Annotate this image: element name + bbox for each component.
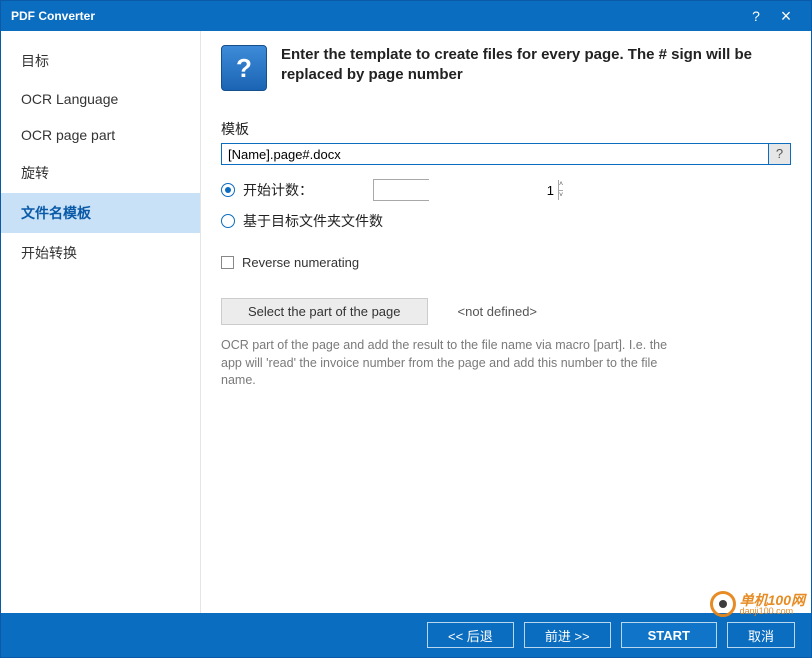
radio-start-count[interactable] <box>221 183 235 197</box>
reverse-checkbox[interactable] <box>221 256 234 269</box>
template-help-button[interactable]: ? <box>769 143 791 165</box>
select-part-status: <not defined> <box>458 304 538 319</box>
start-button[interactable]: START <box>621 622 717 648</box>
sidebar-item-ocr-language[interactable]: OCR Language <box>1 81 200 117</box>
spinner-up-icon[interactable]: ˄ <box>558 180 563 191</box>
titlebar: PDF Converter ? × <box>1 1 811 31</box>
select-part-button[interactable]: Select the part of the page <box>221 298 428 325</box>
spinner-down-icon[interactable]: ˅ <box>558 191 563 201</box>
page-icon: ? <box>221 45 267 91</box>
content-pane: ? Enter the template to create files for… <box>201 31 811 613</box>
help-icon[interactable]: ? <box>741 8 771 24</box>
radio-folder-based[interactable] <box>221 214 235 228</box>
window-title: PDF Converter <box>11 9 741 23</box>
sidebar-item-rotation[interactable]: 旋转 <box>1 153 200 193</box>
page-heading: Enter the template to create files for e… <box>281 45 791 86</box>
sidebar: 目标 OCR Language OCR page part 旋转 文件名模板 开… <box>1 31 201 613</box>
close-icon[interactable]: × <box>771 9 801 23</box>
next-button[interactable]: 前进 >> <box>524 622 611 648</box>
back-button[interactable]: << 后退 <box>427 622 514 648</box>
start-count-input[interactable] <box>374 180 558 200</box>
reverse-label: Reverse numerating <box>242 255 359 270</box>
sidebar-item-filename-template[interactable]: 文件名模板 <box>1 193 200 233</box>
sidebar-item-target[interactable]: 目标 <box>1 41 200 81</box>
footer: << 后退 前进 >> START 取消 <box>1 613 811 657</box>
sidebar-item-ocr-page-part[interactable]: OCR page part <box>1 117 200 153</box>
hint-text: OCR part of the page and add the result … <box>221 337 681 390</box>
cancel-button[interactable]: 取消 <box>727 622 795 648</box>
radio-folder-based-label: 基于目标文件夹文件数 <box>243 211 383 231</box>
sidebar-item-start-conversion[interactable]: 开始转换 <box>1 233 200 273</box>
template-label: 模板 <box>221 119 791 139</box>
template-input[interactable] <box>221 143 769 165</box>
radio-start-count-label: 开始计数： <box>243 180 313 200</box>
start-count-stepper[interactable]: ˄ ˅ <box>373 179 429 201</box>
